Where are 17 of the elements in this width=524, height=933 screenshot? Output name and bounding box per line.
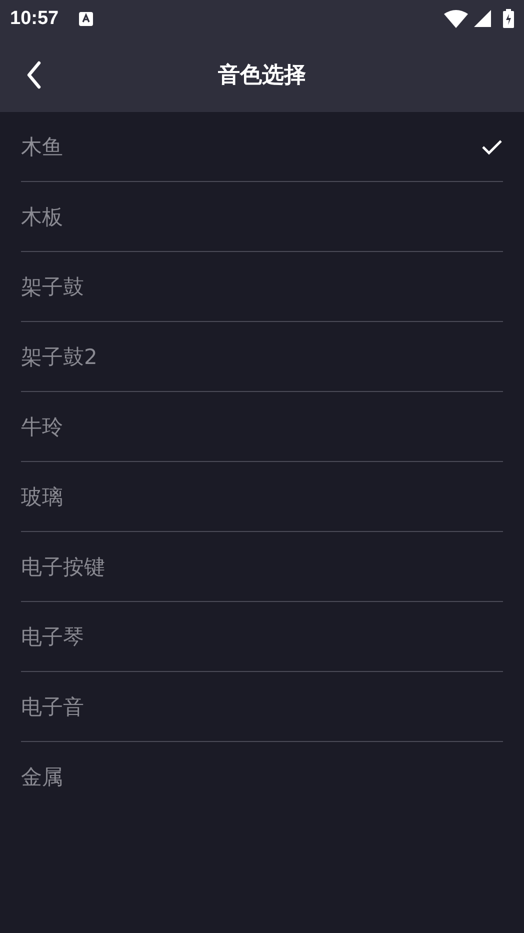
sound-option[interactable]: 木鱼 [21, 112, 503, 182]
sound-option[interactable]: 电子按键 [21, 532, 503, 602]
notification-icon [78, 12, 93, 26]
page-title: 音色选择 [218, 62, 306, 90]
checkmark-icon [481, 138, 503, 154]
sound-option[interactable]: 玻璃 [21, 462, 503, 532]
signal-icon [474, 10, 491, 27]
sound-option[interactable]: 架子鼓2 [21, 322, 503, 392]
status-time: 10:57 [10, 8, 59, 30]
battery-icon [503, 9, 514, 28]
sound-option[interactable]: 木板 [21, 182, 503, 252]
sound-option[interactable]: 架子鼓 [21, 252, 503, 322]
sound-option[interactable]: 电子琴 [21, 602, 503, 672]
wifi-icon [444, 10, 468, 28]
sound-option[interactable]: 金属 [21, 742, 503, 811]
sound-option[interactable]: 电子音 [21, 672, 503, 742]
sound-option[interactable]: 牛玲 [21, 392, 503, 462]
